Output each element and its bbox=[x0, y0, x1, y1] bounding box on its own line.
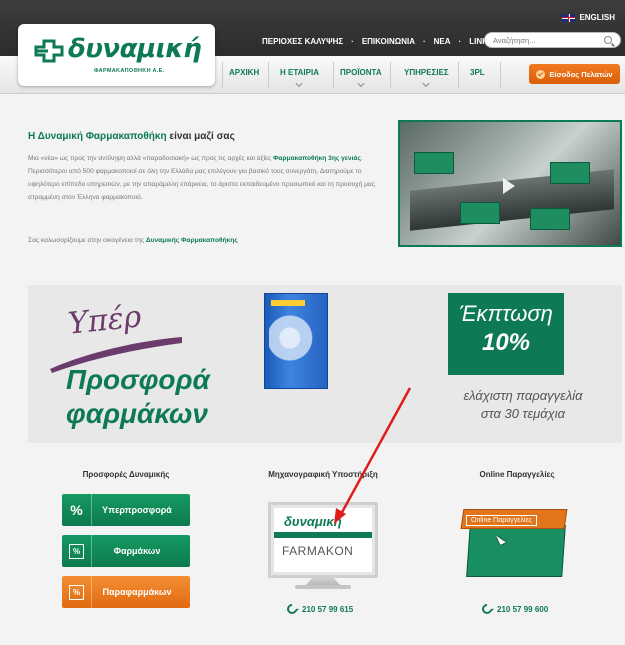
promo-banner[interactable]: Υπέρ Προσφορά φαρμάκων Έκπτωση 10% ελάχι… bbox=[28, 285, 622, 443]
promo-headline: Προσφορά φαρμάκων bbox=[66, 364, 210, 429]
monitor-product-text: FARMAKON bbox=[282, 544, 354, 558]
percent-tag-icon: % bbox=[62, 576, 92, 608]
intro-highlight: Φαρμακαποθήκη 3ης γενιάς bbox=[273, 155, 361, 162]
orders-title: Online Παραγγελίες bbox=[479, 470, 555, 479]
check-circle-icon bbox=[536, 69, 546, 79]
top-nav-coverage[interactable]: ΠΕΡΙΟΧΕΣ ΚΑΛΥΨΗΣ bbox=[262, 37, 343, 46]
monitor-logo-text: δυναμική bbox=[284, 514, 342, 529]
search-input[interactable] bbox=[493, 35, 593, 45]
welcome-highlight[interactable]: Δυναμικής Φαρμακαποθήκης bbox=[146, 237, 238, 244]
support-phone[interactable]: 210 57 99 615 bbox=[284, 601, 353, 617]
intro-title: Η Δυναμική Φαρμακαποθήκη είναι μαζί σας bbox=[28, 131, 235, 142]
super-offer-button[interactable]: % Υπερπροσφορά bbox=[62, 494, 190, 526]
support-monitor-image[interactable]: δυναμική FARMAKON bbox=[268, 502, 378, 578]
warehouse-video[interactable] bbox=[398, 120, 622, 247]
top-nav-contact[interactable]: ΕΠΙΚΟΙΝΩΝΙΑ bbox=[362, 37, 415, 46]
offers-title: Προσφορές Δυναμικής bbox=[82, 470, 170, 479]
parapharmacy-offer-button[interactable]: % Παραφαρμάκων bbox=[62, 576, 190, 608]
nav-services[interactable]: ΥΠΗΡΕΣΙΕΣ bbox=[404, 68, 449, 88]
logo-subtitle: ΦΑΡΜΑΚΑΠΟΘΗΚΗ Α.Ε. bbox=[94, 68, 165, 74]
crate-label: Online Παραγγελίες bbox=[466, 515, 537, 526]
nav-company[interactable]: Η ΕΤΑΙΡΙΑ bbox=[280, 68, 319, 88]
language-switch[interactable]: ENGLISH bbox=[562, 13, 615, 22]
play-icon[interactable] bbox=[503, 178, 515, 194]
search-box[interactable] bbox=[484, 32, 621, 48]
top-nav: ΠΕΡΙΟΧΕΣ ΚΑΛΥΨΗΣ · ΕΠΙΚΟΙΝΩΝΙΑ · ΝΕΑ · LINK… bbox=[262, 37, 494, 46]
medicines-offer-button[interactable]: % Φαρμάκων bbox=[62, 535, 190, 567]
intro-title-brand: Η Δυναμική Φαρμακαποθήκη bbox=[28, 131, 167, 142]
customer-login-label: Είσοδος Πελατών bbox=[549, 69, 613, 79]
customer-login-button[interactable]: Είσοδος Πελατών bbox=[529, 64, 620, 84]
phone-icon bbox=[479, 601, 495, 617]
welcome-paragraph: Σας καλωσορίζουμε στην οικογένεια της Δυ… bbox=[28, 237, 238, 244]
online-orders-crate-image[interactable]: Online Παραγγελίες bbox=[460, 505, 574, 580]
logo[interactable]: δυναμική ΦΑΡΜΑΚΑΠΟΘΗΚΗ Α.Ε. bbox=[18, 24, 215, 86]
nav-home[interactable]: ΑΡΧΙΚΗ bbox=[229, 68, 259, 77]
logo-cross-icon bbox=[34, 39, 64, 63]
orders-phone[interactable]: 210 57 99 600 bbox=[479, 601, 548, 617]
discount-badge: Έκπτωση 10% bbox=[448, 293, 564, 375]
medicine-box-image bbox=[264, 293, 328, 389]
percent-icon: % bbox=[62, 494, 92, 526]
uk-flag-icon bbox=[562, 13, 576, 22]
support-title: Μηχανογραφική Υποστήριξη bbox=[268, 470, 378, 479]
top-nav-news[interactable]: ΝΕΑ bbox=[434, 37, 451, 46]
language-label: ENGLISH bbox=[579, 13, 615, 22]
search-icon[interactable] bbox=[604, 36, 612, 44]
percent-tag-icon: % bbox=[62, 535, 92, 567]
logo-text: δυναμική bbox=[68, 34, 202, 64]
intro-title-rest: είναι μαζί σας bbox=[166, 131, 235, 142]
nav-3pl[interactable]: 3PL bbox=[470, 68, 485, 77]
phone-icon bbox=[284, 601, 300, 617]
nav-products[interactable]: ΠΡΟΪΟΝΤΑ bbox=[340, 68, 382, 88]
promo-note: ελάχιστη παραγγελία στα 30 τεμάχια bbox=[463, 388, 583, 421]
intro-paragraph: Μια «νέα» ως προς την αντίληψη αλλά «παρ… bbox=[28, 155, 375, 201]
